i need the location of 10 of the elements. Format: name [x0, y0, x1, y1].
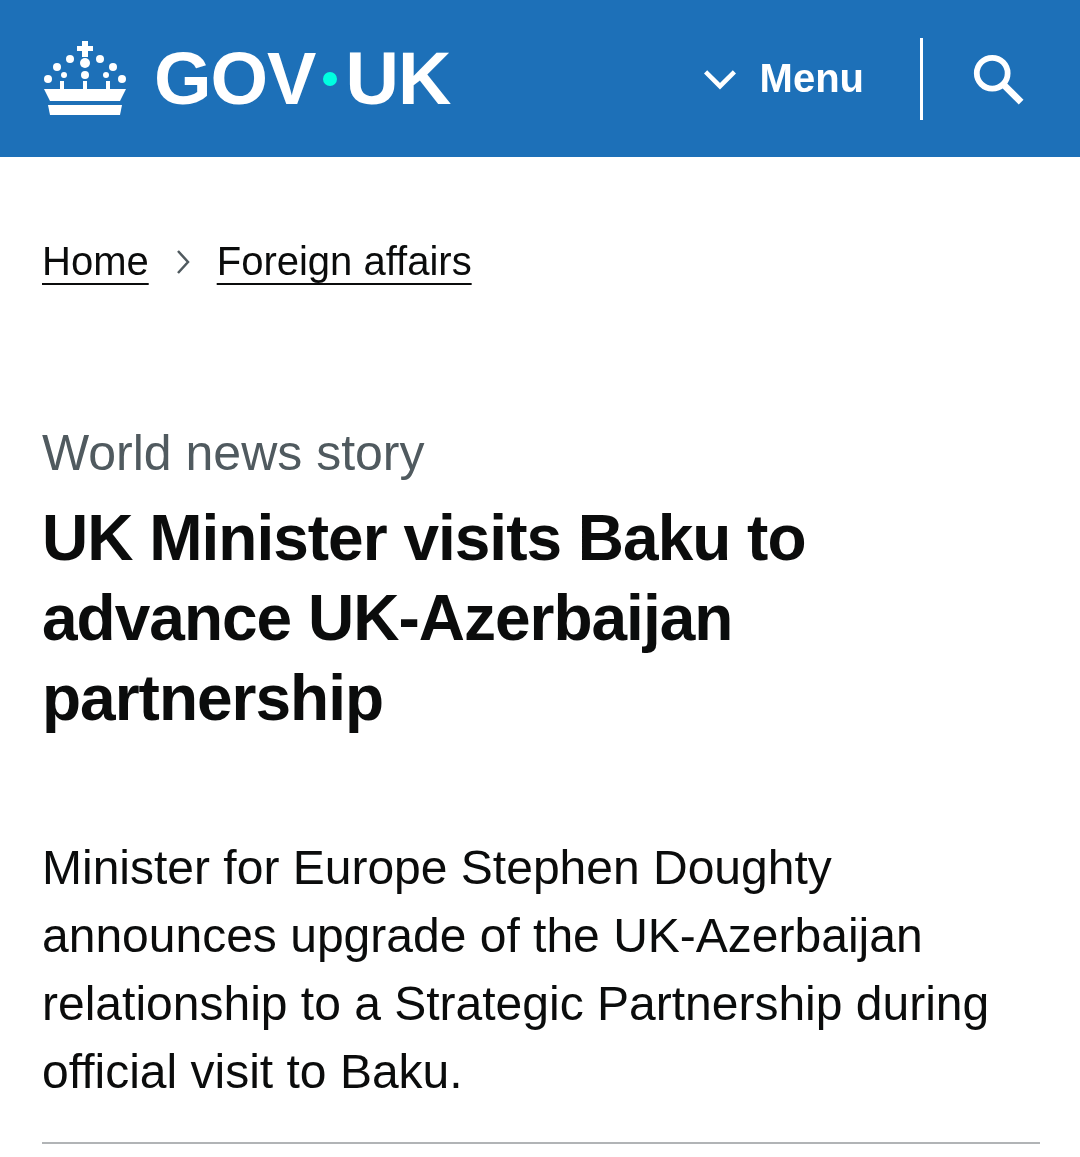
caption: World news story	[42, 424, 426, 482]
logo-text: UK	[345, 36, 451, 121]
breadcrumb-link[interactable]: Home	[42, 239, 149, 284]
dot-icon	[323, 71, 338, 86]
gov-uk-logo[interactable]: GOV UK	[40, 36, 451, 121]
menu-button[interactable]: Menu	[701, 56, 864, 101]
logo-text: GOV	[154, 36, 316, 121]
page-title: UK Minister visits Baku to advance UK-Azerbaijan partnership	[42, 501, 807, 736]
breadcrumb-link[interactable]: Foreign affairs	[216, 239, 472, 284]
lead-paragraph: Minister for Europe Stephen Doughty announces upgrade of the UK-Azerbaijan relationship to a Strategic Partnership during official visit to Baku.	[42, 840, 991, 1100]
